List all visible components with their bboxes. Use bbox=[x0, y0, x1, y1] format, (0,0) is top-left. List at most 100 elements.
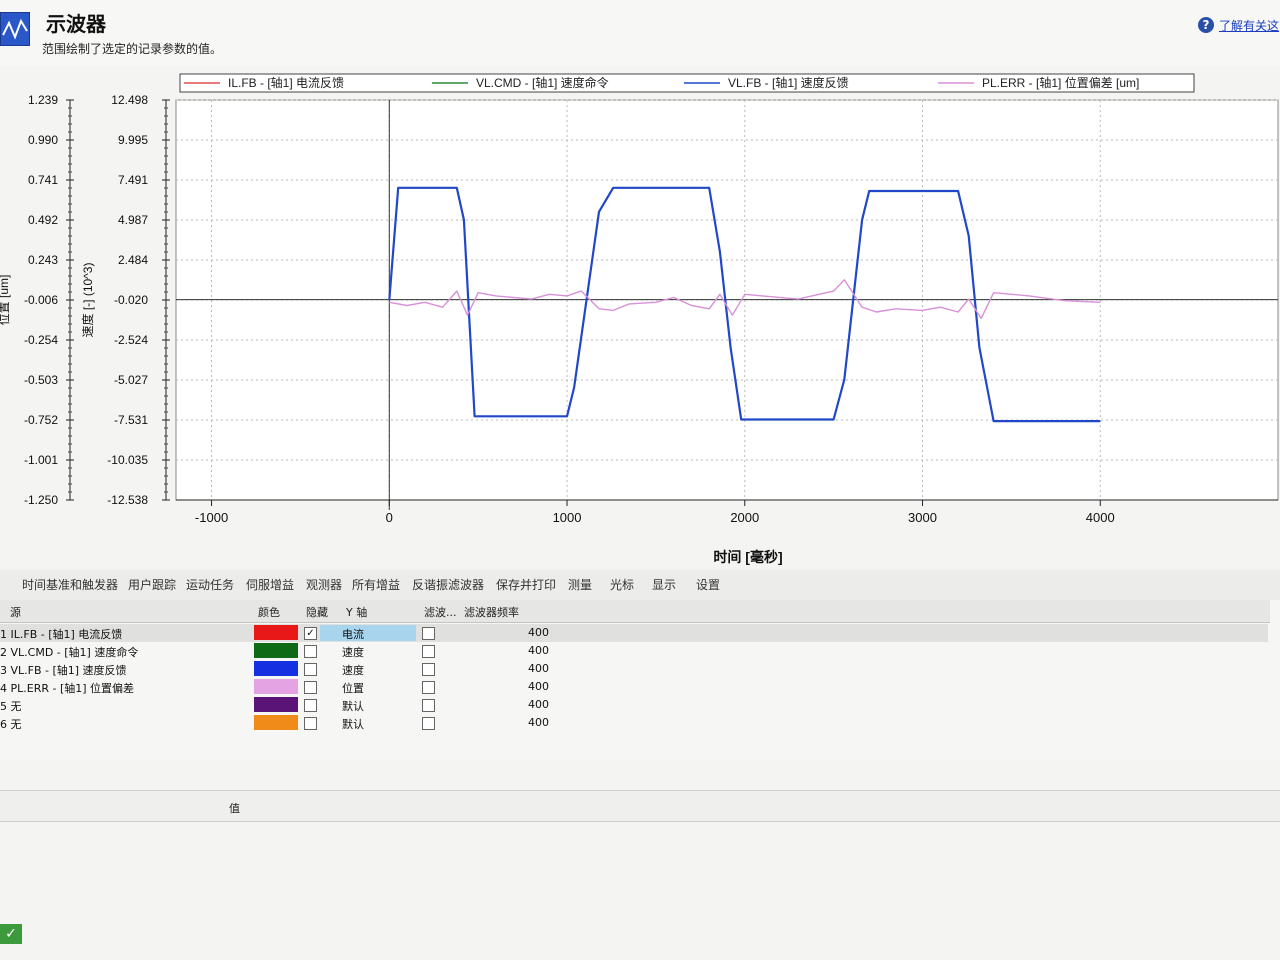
y-axis-value: 电流 bbox=[342, 628, 364, 641]
tab-4[interactable]: 观测器 bbox=[306, 576, 342, 593]
oscilloscope-icon bbox=[0, 12, 30, 46]
hidden-checkbox[interactable]: ✓ bbox=[304, 627, 317, 640]
y-tick-label: 1.239 bbox=[28, 93, 58, 107]
filter-frequency: 400 bbox=[528, 626, 549, 639]
grid-header bbox=[0, 600, 1270, 623]
legend-label: VL.FB - [轴1] 速度反馈 bbox=[728, 75, 849, 90]
y-axis-title-velocity: 速度 [-] (10^3) bbox=[80, 263, 95, 338]
header-source[interactable]: 源 bbox=[10, 604, 21, 620]
row-source[interactable]: 4 PL.ERR - [轴1] 位置偏差 bbox=[0, 680, 134, 696]
oscilloscope-chart[interactable]: 1.239 0.990 0.741 0.492 0.243 -0.006 -0.254 -0.… bbox=[0, 66, 1280, 570]
filter-checkbox[interactable] bbox=[422, 717, 435, 730]
x-axis-title: 时间 [毫秒] bbox=[713, 549, 782, 565]
tab-10[interactable]: 显示 bbox=[652, 576, 676, 593]
x-tick-label: 3000 bbox=[908, 510, 937, 525]
header-y-axis[interactable]: Y 轴 bbox=[346, 604, 367, 620]
y-tick-label: -12.538 bbox=[107, 493, 148, 507]
y-axis-value: 速度 bbox=[342, 664, 364, 677]
tab-3[interactable]: 伺服增益 bbox=[246, 576, 294, 593]
y-axis-cell[interactable] bbox=[320, 679, 416, 695]
y-axis-cell[interactable] bbox=[320, 715, 416, 731]
hidden-checkbox[interactable] bbox=[304, 681, 317, 694]
row-source[interactable]: 3 VL.FB - [轴1] 速度反馈 bbox=[0, 662, 127, 678]
y-tick-label: -0.254 bbox=[24, 333, 58, 347]
y-tick-label: 0.243 bbox=[28, 253, 58, 267]
color-swatch[interactable] bbox=[254, 715, 298, 730]
tab-5[interactable]: 所有增益 bbox=[352, 576, 400, 593]
legend-label: IL.FB - [轴1] 电流反馈 bbox=[228, 75, 344, 90]
page-header: 示波器 范围绘制了选定的记录参数的值。 ? 了解有关这 bbox=[0, 0, 1280, 66]
help-icon[interactable]: ? bbox=[1198, 17, 1214, 33]
selected-row-highlight bbox=[0, 624, 1268, 642]
filter-checkbox[interactable] bbox=[422, 663, 435, 676]
y-tick-label: 4.987 bbox=[118, 213, 148, 227]
y-tick-label: 9.995 bbox=[118, 133, 148, 147]
tab-1[interactable]: 用户跟踪 bbox=[128, 576, 176, 593]
hidden-checkbox[interactable] bbox=[304, 663, 317, 676]
x-tick-label: 4000 bbox=[1086, 510, 1115, 525]
y-tick-label: -0.752 bbox=[24, 413, 58, 427]
y-tick-label: -0.503 bbox=[24, 373, 58, 387]
hidden-checkbox[interactable] bbox=[304, 645, 317, 658]
hidden-checkbox[interactable] bbox=[304, 717, 317, 730]
filter-checkbox[interactable] bbox=[422, 699, 435, 712]
tab-2[interactable]: 运动任务 bbox=[186, 576, 234, 593]
tab-11[interactable]: 设置 bbox=[696, 576, 720, 593]
page-title: 示波器 bbox=[46, 12, 106, 36]
color-swatch[interactable] bbox=[254, 661, 298, 676]
page-subtitle: 范围绘制了选定的记录参数的值。 bbox=[42, 42, 223, 56]
y-tick-label: 0.990 bbox=[28, 133, 58, 147]
channel-grid: 源 颜色 隐藏 Y 轴 滤波... 滤波器频率 1 IL.FB - [轴1] 电… bbox=[0, 600, 1280, 760]
tab-6[interactable]: 反谐振滤波器 bbox=[412, 576, 484, 593]
y-tick-label: -1.001 bbox=[24, 453, 58, 467]
tab-7[interactable]: 保存并打印 bbox=[496, 576, 556, 593]
y-tick-label: 0.741 bbox=[28, 173, 58, 187]
y-axis-cell[interactable] bbox=[320, 625, 416, 641]
y-tick-label: -0.020 bbox=[114, 293, 148, 307]
value-panel-header bbox=[0, 790, 1280, 822]
tab-9[interactable]: 光标 bbox=[610, 576, 634, 593]
help-link[interactable]: 了解有关这 bbox=[1219, 17, 1279, 34]
filter-frequency: 400 bbox=[528, 644, 549, 657]
filter-frequency: 400 bbox=[528, 680, 549, 693]
filter-checkbox[interactable] bbox=[422, 645, 435, 658]
filter-checkbox[interactable] bbox=[422, 627, 435, 640]
filter-frequency: 400 bbox=[528, 716, 549, 729]
header-filter-freq[interactable]: 滤波器频率 bbox=[464, 604, 519, 620]
x-tick-label: 2000 bbox=[730, 510, 759, 525]
header-filter[interactable]: 滤波... bbox=[424, 604, 457, 620]
y-tick-label: -2.524 bbox=[114, 333, 148, 347]
y-axis-title-position: 位置 [um] bbox=[0, 275, 11, 326]
row-source[interactable]: 2 VL.CMD - [轴1] 速度命令 bbox=[0, 644, 138, 660]
color-swatch[interactable] bbox=[254, 697, 298, 712]
row-source[interactable]: 5 无 bbox=[0, 698, 22, 714]
header-hidden[interactable]: 隐藏 bbox=[306, 604, 328, 620]
y-axis-cell[interactable] bbox=[320, 661, 416, 677]
y-tick-label: 0.492 bbox=[28, 213, 58, 227]
y-axis-cell[interactable] bbox=[320, 643, 416, 659]
x-tick-label: 1000 bbox=[553, 510, 582, 525]
color-swatch[interactable] bbox=[254, 625, 298, 640]
value-column-header: 值 bbox=[229, 802, 240, 815]
color-swatch[interactable] bbox=[254, 643, 298, 658]
tab-0[interactable]: 时间基准和触发器 bbox=[22, 576, 118, 593]
status-check-icon: ✓ bbox=[0, 924, 22, 944]
y-axis-value: 默认 bbox=[342, 718, 364, 731]
tab-8[interactable]: 测量 bbox=[568, 576, 592, 593]
y-tick-label: 12.498 bbox=[111, 93, 148, 107]
hidden-checkbox[interactable] bbox=[304, 699, 317, 712]
y-tick-label: -5.027 bbox=[114, 373, 148, 387]
header-color[interactable]: 颜色 bbox=[258, 604, 280, 620]
y-axis-cell[interactable] bbox=[320, 697, 416, 713]
y-tick-label: -7.531 bbox=[114, 413, 148, 427]
filter-checkbox[interactable] bbox=[422, 681, 435, 694]
filter-frequency: 400 bbox=[528, 662, 549, 675]
y-tick-label: -10.035 bbox=[107, 453, 148, 467]
x-tick-label: -1000 bbox=[195, 510, 228, 525]
color-swatch[interactable] bbox=[254, 679, 298, 694]
row-source[interactable]: 6 无 bbox=[0, 716, 22, 732]
y-axis-value: 位置 bbox=[342, 682, 364, 695]
row-source[interactable]: 1 IL.FB - [轴1] 电流反馈 bbox=[0, 626, 122, 642]
y-tick-label: 7.491 bbox=[118, 173, 148, 187]
y-tick-label: 2.484 bbox=[118, 253, 148, 267]
